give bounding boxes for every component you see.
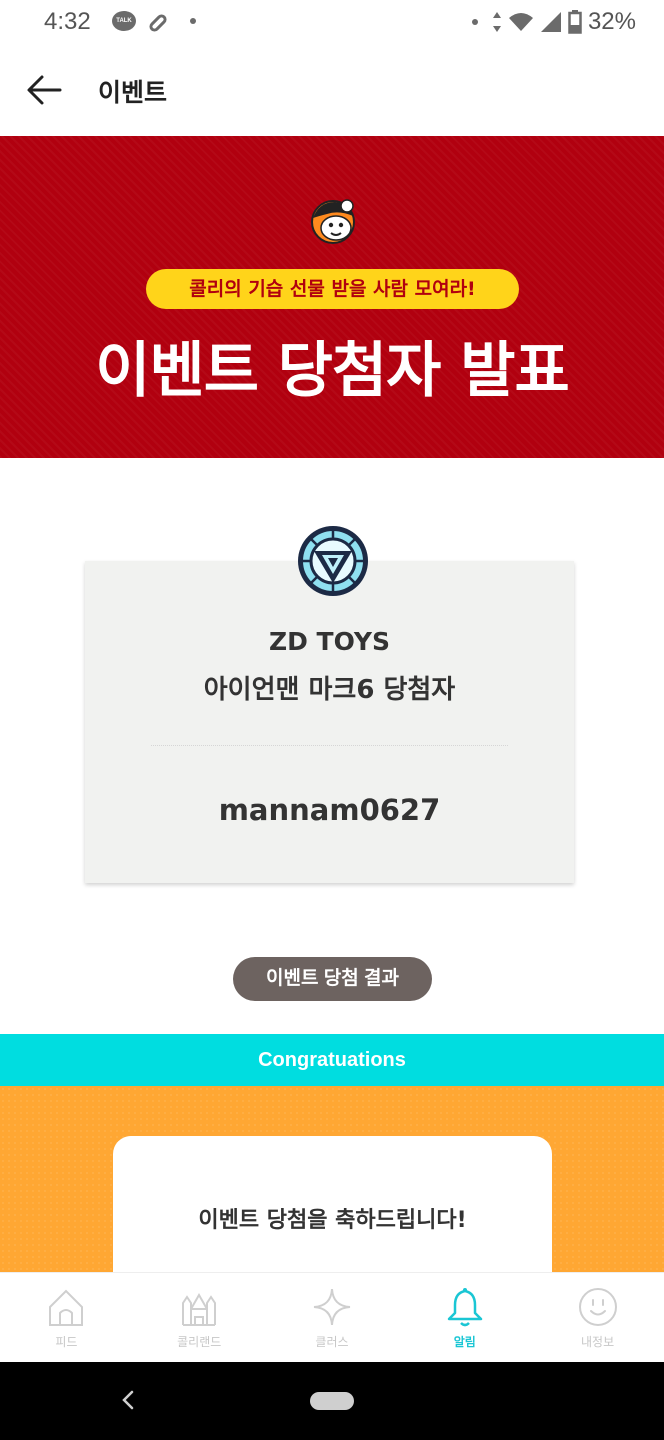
nav-label: 피드 <box>55 1335 78 1349</box>
bottom-navigation: 피드 콜리랜드 클러스 알림 내정보 <box>0 1272 664 1362</box>
smiley-icon <box>578 1288 617 1326</box>
banner-title: 이벤트 당첨자 발표 <box>95 336 569 406</box>
congrats-strip: Congratuations <box>0 1034 664 1086</box>
congrats-section: 이벤트 당첨을 축하드립니다! <box>0 1086 664 1296</box>
status-time: 4:32 <box>44 8 91 35</box>
system-navigation-bar <box>0 1362 664 1440</box>
prize-title: 아이언맨 마크6 당첨자 <box>203 675 456 705</box>
nav-label: 내정보 <box>581 1335 615 1349</box>
notification-icons: TALK <box>112 11 196 34</box>
nav-item-feed[interactable]: 피드 <box>0 1273 133 1362</box>
congrats-message: 이벤트 당첨을 축하드립니다! <box>198 1208 467 1233</box>
system-icons: 32% <box>462 8 636 36</box>
bell-icon <box>447 1288 483 1327</box>
battery-percent: 32% <box>587 8 636 35</box>
nav-item-notifications[interactable]: 알림 <box>398 1273 531 1362</box>
data-arrows-icon <box>492 12 501 32</box>
system-back-icon[interactable] <box>118 1388 138 1412</box>
kakaotalk-icon: TALK <box>112 11 136 31</box>
winner-card: ZD TOYS 아이언맨 마크6 당첨자 mannam0627 <box>85 561 574 883</box>
nav-item-colliland[interactable]: 콜리랜드 <box>133 1273 266 1362</box>
signal-icon <box>540 12 561 32</box>
winner-id: mannam0627 <box>218 793 441 827</box>
nav-label: 콜리랜드 <box>177 1335 222 1349</box>
dot-icon <box>190 18 196 24</box>
system-home-button[interactable] <box>310 1392 354 1410</box>
dot-icon <box>471 19 478 25</box>
page-title: 이벤트 <box>98 78 168 107</box>
wifi-icon <box>508 13 533 31</box>
arrow-left-icon[interactable] <box>24 70 64 110</box>
nav-item-class[interactable]: 클러스 <box>266 1273 399 1362</box>
home-icon <box>49 1289 84 1326</box>
sponsor-brand: ZD TOYS <box>268 627 391 656</box>
event-banner: 콜리의 기습 선물 받을 사람 모여라! 이벤트 당첨자 발표 <box>0 136 664 458</box>
battery-icon <box>568 10 582 34</box>
pill-icon <box>147 12 169 34</box>
castle-icon <box>182 1292 217 1326</box>
event-result-button[interactable]: 이벤트 당첨 결과 <box>233 957 432 1001</box>
nav-label: 클러스 <box>315 1335 349 1349</box>
banner-subtitle-pill: 콜리의 기습 선물 받을 사람 모여라! <box>146 269 519 309</box>
divider <box>151 745 508 746</box>
status-bar: 4:32 TALK 32% <box>0 0 664 48</box>
nav-label: 알림 <box>453 1335 476 1349</box>
app-bar: 이벤트 <box>0 48 664 136</box>
arc-reactor-icon <box>298 526 368 596</box>
sparkle-icon <box>313 1288 351 1326</box>
nav-item-my-info[interactable]: 내정보 <box>531 1273 664 1362</box>
mascot-icon <box>311 199 355 244</box>
